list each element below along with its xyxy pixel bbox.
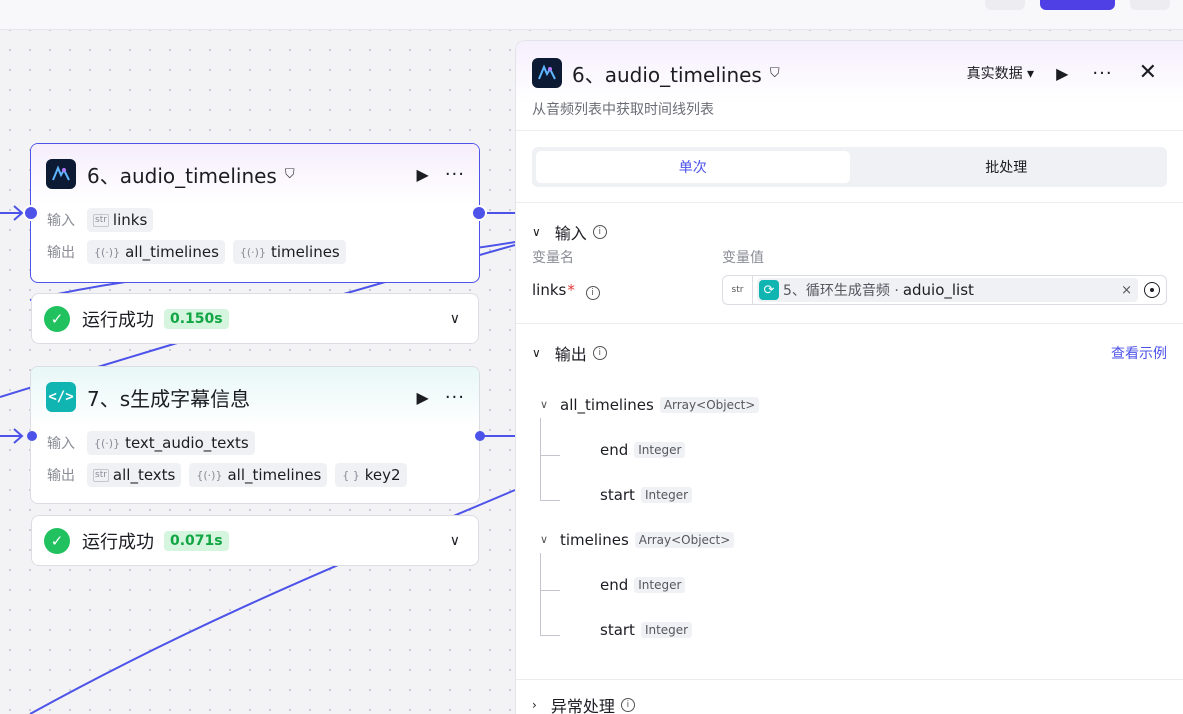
node-header: 6、audio_timelines ⛉ ▶ ··· bbox=[31, 144, 479, 204]
play-icon[interactable]: ▶ bbox=[1056, 64, 1068, 83]
run-status-bar[interactable]: ✓ 运行成功 0.071s ∨ bbox=[31, 515, 479, 566]
loop-icon: ⟳ bbox=[759, 280, 779, 300]
output-field[interactable]: ∨ timelines Array<Object> bbox=[540, 517, 1183, 562]
variable-row: links* i str ⟳ 5、循环生成音频 · aduio_list × bbox=[516, 267, 1183, 313]
type-str-icon: str bbox=[723, 276, 753, 304]
input-label: 输入 bbox=[47, 213, 75, 229]
output-label: 输出 bbox=[47, 468, 75, 484]
plugin-logo-icon bbox=[46, 159, 76, 189]
input-chip: str links bbox=[87, 208, 154, 232]
chevron-down-icon[interactable]: ∨ bbox=[532, 225, 541, 239]
chevron-down-icon: ∨ bbox=[540, 398, 549, 411]
panel-title: 6、audio_timelines bbox=[572, 62, 762, 87]
tab-batch[interactable]: 批处理 bbox=[850, 151, 1164, 183]
variable-headers: 变量名 变量值 bbox=[532, 250, 764, 266]
output-chip: {(·)} all_timelines bbox=[87, 240, 225, 264]
run-mode-tabs: 单次 批处理 bbox=[532, 147, 1167, 187]
tree-connector bbox=[540, 500, 560, 501]
output-label: 输出 bbox=[47, 245, 75, 261]
chevron-down-icon[interactable]: ∨ bbox=[450, 533, 460, 549]
node-output-row: 输出 str all_texts {(·)} all_timelines { } ke… bbox=[31, 459, 479, 491]
info-icon[interactable]: i bbox=[592, 225, 607, 239]
output-chip: { } key2 bbox=[335, 463, 407, 487]
check-icon: ✓ bbox=[44, 527, 70, 554]
node-input-row: 输入 str links bbox=[31, 204, 479, 236]
input-label: 输入 bbox=[47, 436, 75, 452]
run-status-bar[interactable]: ✓ 运行成功 0.150s ∨ bbox=[31, 293, 479, 344]
target-icon[interactable] bbox=[1144, 282, 1160, 298]
output-child-field: start Integer bbox=[540, 472, 1183, 517]
input-chip: {(·)} text_audio_texts bbox=[87, 431, 255, 455]
more-icon[interactable]: ··· bbox=[445, 387, 465, 408]
output-chip: {(·)} timelines bbox=[232, 240, 346, 264]
tree-connector bbox=[540, 418, 541, 500]
error-handling-section-header[interactable]: › 异常处理 i bbox=[516, 679, 1183, 714]
output-child-field: start Integer bbox=[540, 607, 1183, 652]
chevron-down-icon[interactable]: ∨ bbox=[532, 346, 541, 360]
more-icon[interactable]: ··· bbox=[445, 164, 465, 185]
panel-header: 6、audio_timelines ⛉ 真实数据 ▾ ▶ ··· ✕ 从音频列表… bbox=[516, 41, 1183, 131]
input-port[interactable] bbox=[23, 205, 39, 221]
edge-arrow bbox=[0, 205, 24, 221]
more-icon[interactable]: ··· bbox=[1092, 63, 1112, 84]
tab-single[interactable]: 单次 bbox=[536, 151, 850, 183]
info-icon[interactable]: i bbox=[592, 346, 607, 360]
close-icon[interactable]: ✕ bbox=[1139, 62, 1157, 84]
run-time-badge: 0.071s bbox=[164, 530, 229, 551]
plugin-tag-icon: ⛉ bbox=[284, 166, 295, 182]
chevron-right-icon[interactable]: › bbox=[532, 698, 537, 712]
node-input-row: 输入 {(·)} text_audio_texts bbox=[31, 427, 479, 459]
edge-arrow bbox=[0, 428, 24, 444]
plugin-tag-icon: ⛉ bbox=[769, 65, 780, 81]
data-mode-select[interactable]: 真实数据 ▾ bbox=[967, 63, 1034, 83]
node-subtitle-info[interactable]: </> 7、s生成字幕信息 ▶ ··· 输入 {(·)} text_audio_t… bbox=[30, 366, 480, 504]
output-port[interactable] bbox=[471, 205, 487, 221]
output-field[interactable]: ∨ all_timelines Array<Object> bbox=[540, 382, 1183, 427]
clear-icon[interactable]: × bbox=[1121, 283, 1132, 298]
chevron-down-icon[interactable]: ∨ bbox=[450, 311, 460, 327]
output-tree: ∨ all_timelines Array<Object> end Intege… bbox=[516, 382, 1183, 652]
node-detail-panel: 6、audio_timelines ⛉ 真实数据 ▾ ▶ ··· ✕ 从音频列表… bbox=[515, 40, 1183, 714]
check-icon: ✓ bbox=[44, 305, 70, 332]
code-icon: </> bbox=[46, 382, 76, 412]
tree-connector bbox=[540, 553, 541, 635]
chevron-down-icon: ∨ bbox=[540, 533, 549, 546]
variable-reference[interactable]: ⟳ 5、循环生成音频 · aduio_list × bbox=[757, 278, 1138, 302]
variable-value-field[interactable]: str ⟳ 5、循环生成音频 · aduio_list × bbox=[722, 275, 1167, 305]
play-icon[interactable]: ▶ bbox=[417, 165, 429, 184]
info-icon[interactable]: i bbox=[585, 285, 600, 300]
tree-connector bbox=[540, 635, 560, 636]
play-icon[interactable]: ▶ bbox=[417, 388, 429, 407]
node-output-row: 输出 {(·)} all_timelines {(·)} timelines bbox=[31, 236, 479, 268]
node-audio-timelines[interactable]: 6、audio_timelines ⛉ ▶ ··· 输入 str links 输出… bbox=[30, 143, 480, 283]
output-port[interactable] bbox=[475, 431, 485, 441]
tree-connector bbox=[540, 590, 560, 591]
node-header: </> 7、s生成字幕信息 ▶ ··· bbox=[31, 367, 479, 427]
run-time-badge: 0.150s bbox=[164, 308, 229, 329]
info-icon[interactable]: i bbox=[620, 697, 635, 712]
output-child-field: end Integer bbox=[540, 427, 1183, 472]
status-text: 运行成功 bbox=[82, 531, 154, 553]
node-title: 6、audio_timelines bbox=[87, 163, 277, 188]
output-section-header[interactable]: ∨ 输出 i 查看示例 bbox=[516, 324, 1183, 382]
input-port[interactable] bbox=[27, 431, 37, 441]
plugin-logo-icon bbox=[532, 58, 562, 88]
output-chip: {(·)} all_timelines bbox=[189, 463, 328, 487]
view-example-link[interactable]: 查看示例 bbox=[1111, 343, 1167, 363]
tree-connector bbox=[540, 455, 560, 456]
variable-name: links* i bbox=[532, 281, 722, 300]
output-chip: str all_texts bbox=[87, 463, 182, 487]
node-title: 7、s生成字幕信息 bbox=[87, 386, 251, 411]
panel-description: 从音频列表中获取时间线列表 bbox=[532, 102, 714, 118]
output-child-field: end Integer bbox=[540, 562, 1183, 607]
status-text: 运行成功 bbox=[82, 309, 154, 331]
